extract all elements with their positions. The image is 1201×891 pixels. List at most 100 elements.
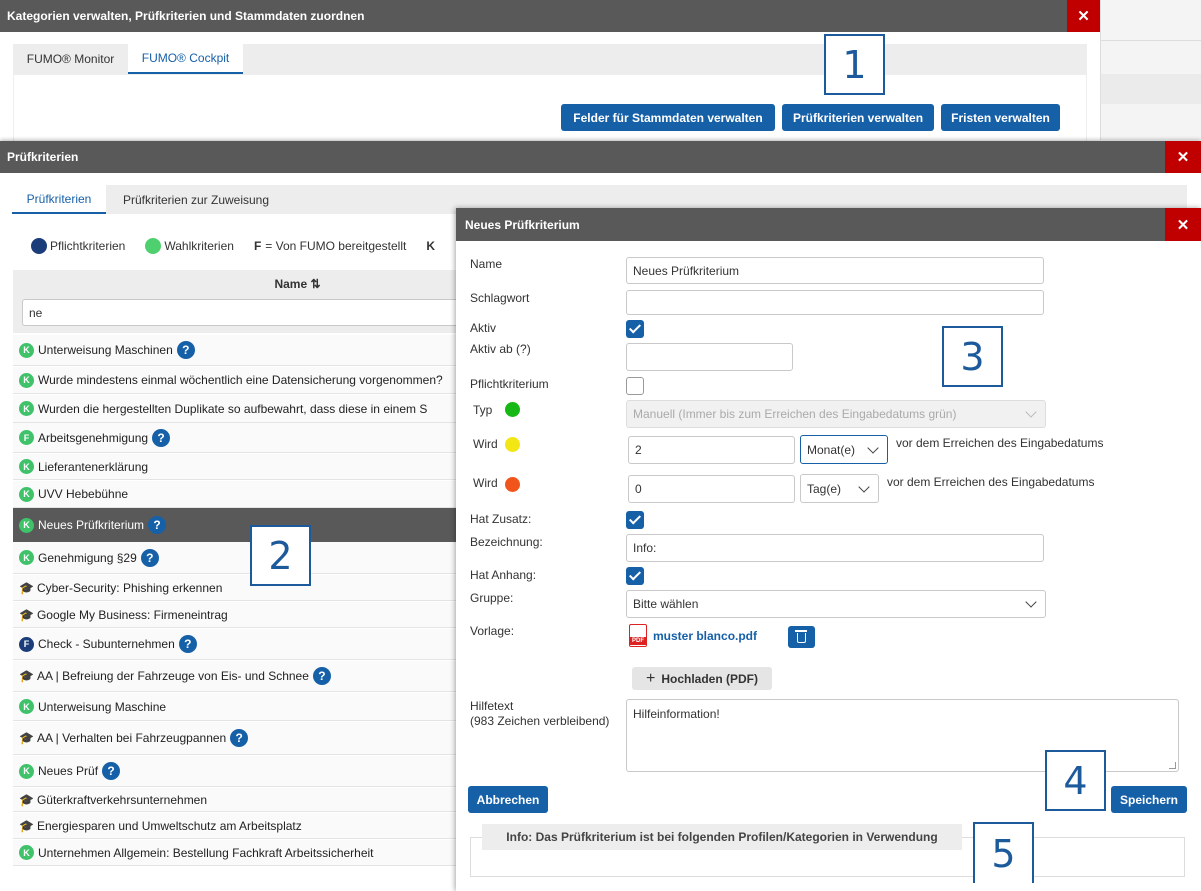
callout-3: 3 <box>942 326 1003 387</box>
window-categories: Kategorien verwalten, Prüfkriterien und … <box>0 0 1100 150</box>
table-row[interactable]: F Arbeitsgenehmigung? <box>13 423 458 453</box>
typ-green-dot-icon <box>505 402 520 417</box>
row-label: UVV Hebebühne <box>38 487 129 501</box>
aktiv-checkbox[interactable] <box>626 320 644 338</box>
wird-orange-dot-icon <box>505 477 520 492</box>
tab-criteria-assignment[interactable]: Prüfkriterien zur Zuweisung <box>106 185 286 214</box>
row-label: Neues Prüfkriterium <box>38 518 145 532</box>
window-criteria-titlebar: Prüfkriterien <box>0 141 1201 173</box>
help-icon[interactable]: ? <box>230 729 249 747</box>
help-icon[interactable]: ? <box>176 341 195 359</box>
table-row[interactable]: 🎓 AA | Verhalten bei Fahrzeugpannen? <box>13 722 458 755</box>
manage-deadlines-label: Fristen verwalten <box>951 110 1050 125</box>
manage-master-data-fields-button[interactable]: Felder für Stammdaten verwalten <box>561 104 775 131</box>
legend-mandatory: Pflichtkriterien <box>50 238 126 253</box>
window-criteria-title: Prüfkriterien <box>7 150 79 164</box>
table-row[interactable]: K Unterweisung Maschinen? <box>13 335 458 366</box>
zusatz-checkbox[interactable] <box>626 511 644 529</box>
help-icon[interactable]: ? <box>148 516 167 534</box>
window-new-criterion-close-button[interactable]: ✕ <box>1165 208 1201 241</box>
typ-select[interactable]: Manuell (Immer bis zum Erreichen des Ein… <box>626 400 1046 428</box>
window-categories-title: Kategorien verwalten, Prüfkriterien und … <box>7 9 365 23</box>
table-row[interactable]: F Check - Subunternehmen? <box>13 629 458 660</box>
f-badge-green-icon: F <box>19 430 34 445</box>
wird1-number-input[interactable]: 2 <box>628 436 795 464</box>
wird1-unit-value: Monat(e) <box>807 442 856 457</box>
upload-pdf-button[interactable]: + Hochladen (PDF) <box>632 667 772 690</box>
legend-k-key: K <box>426 238 436 253</box>
tab-fumo-monitor[interactable]: FUMO® Monitor <box>13 44 128 74</box>
legend: Pflichtkriterien Wahlkriterien F = Von F… <box>31 237 461 254</box>
legend-f-key: F <box>253 238 262 253</box>
table-row[interactable]: K Unterweisung Maschine <box>13 693 458 721</box>
graduation-cap-icon: 🎓 <box>19 818 34 833</box>
help-icon[interactable]: ? <box>312 667 331 685</box>
save-button[interactable]: Speichern <box>1111 786 1187 813</box>
tab-criteria-assignment-label: Prüfkriterien zur Zuweisung <box>122 192 270 207</box>
table-row[interactable]: K Neues Prüf? <box>13 756 458 787</box>
aktiv-ab-input[interactable] <box>626 343 793 371</box>
table-row[interactable]: K Wurde mindestens einmal wöchentlich ein… <box>13 367 458 394</box>
callout-2: 2 <box>250 525 311 586</box>
schlagwort-input[interactable] <box>626 290 1044 315</box>
resize-handle-icon[interactable] <box>1169 762 1176 769</box>
label-wird-2: Wird <box>473 476 498 490</box>
bezeichnung-input[interactable]: Info: <box>626 534 1044 562</box>
trash-lid <box>795 630 807 632</box>
window-new-criterion-title: Neues Prüfkriterium <box>465 217 580 232</box>
save-label: Speichern <box>1119 792 1179 807</box>
label-name: Name <box>470 257 503 271</box>
table-row[interactable]: K Neues Prüfkriterium? <box>13 508 458 542</box>
table-row[interactable]: 🎓 Cyber-Security: Phishing erkennen <box>13 575 458 601</box>
label-anhang: Hat Anhang: <box>470 568 537 582</box>
manage-criteria-button[interactable]: Prüfkriterien verwalten <box>782 104 934 131</box>
wird1-unit-select[interactable]: Monat(e) <box>800 435 888 464</box>
wird2-number-input[interactable]: 0 <box>628 475 795 503</box>
cancel-button[interactable]: Abbrechen <box>468 786 548 813</box>
label-wird-1: Wird <box>473 437 498 451</box>
graduation-cap-icon: 🎓 <box>19 669 34 683</box>
table-row[interactable]: K UVV Hebebühne <box>13 481 458 508</box>
wird1-number-value: 2 <box>635 443 642 457</box>
template-file-link[interactable]: muster blanco.pdf <box>653 629 757 643</box>
graduation-cap-icon: 🎓 <box>19 792 34 807</box>
table-row[interactable]: K Unternehmen Allgemein: Bestellung Fachk… <box>13 840 458 866</box>
wird2-unit-select[interactable]: Tag(e) <box>800 474 879 503</box>
anhang-checkbox[interactable] <box>626 567 644 585</box>
window-criteria-close-button[interactable]: ✕ <box>1165 141 1201 173</box>
graduation-cap-icon: 🎓 <box>19 580 34 595</box>
delete-file-button[interactable] <box>788 626 815 648</box>
help-icon[interactable]: ? <box>178 635 197 653</box>
tab-fumo-cockpit-label: FUMO® Cockpit <box>141 51 230 65</box>
tab-criteria[interactable]: Prüfkriterien <box>12 185 106 214</box>
background-strip-band <box>1101 74 1201 104</box>
table-row[interactable]: K Lieferantenerklärung <box>13 454 458 480</box>
name-input[interactable]: Neues Prüfkriterium <box>626 257 1044 284</box>
chevron-down-icon <box>1025 596 1037 608</box>
table-row[interactable]: K Wurden die hergestellten Duplikate so a… <box>13 395 458 423</box>
window-categories-titlebar: Kategorien verwalten, Prüfkriterien und … <box>0 0 1100 32</box>
gruppe-select[interactable]: Bitte wählen <box>626 590 1046 618</box>
help-icon[interactable]: ? <box>140 548 159 567</box>
row-label: Google My Business: Firmeneintrag <box>36 607 228 622</box>
row-label: Arbeitsgenehmigung <box>38 430 149 445</box>
table-row[interactable]: K Genehmigung §29? <box>13 542 458 574</box>
help-icon[interactable]: ? <box>152 428 171 447</box>
row-label: Unterweisung Maschine <box>38 699 167 714</box>
pflicht-checkbox[interactable] <box>626 377 644 395</box>
window-categories-close-button[interactable]: ✕ <box>1067 0 1100 32</box>
label-bezeichnung: Bezeichnung: <box>470 535 543 549</box>
label-aktiv-ab: Aktiv ab (?) <box>470 342 531 356</box>
table-row[interactable]: 🎓 Energiesparen und Umweltschutz am Arbei… <box>13 813 458 839</box>
manage-deadlines-button[interactable]: Fristen verwalten <box>941 104 1060 131</box>
k-badge-icon: K <box>19 459 34 474</box>
wird1-suffix: vor dem Erreichen des Eingabedatums <box>896 436 1104 450</box>
table-row[interactable]: 🎓 AA | Befreiung der Fahrzeuge von Eis- u… <box>13 661 458 692</box>
check-icon <box>628 568 642 581</box>
tab-criteria-label: Prüfkriterien <box>26 191 92 206</box>
table-row[interactable]: 🎓 Güterkraftverkehrsunternehmen <box>13 788 458 812</box>
table-row[interactable]: 🎓 Google My Business: Firmeneintrag <box>13 602 458 628</box>
name-filter-input[interactable]: ne <box>22 299 458 326</box>
help-icon[interactable]: ? <box>102 762 121 780</box>
tab-fumo-cockpit[interactable]: FUMO® Cockpit <box>128 44 243 74</box>
